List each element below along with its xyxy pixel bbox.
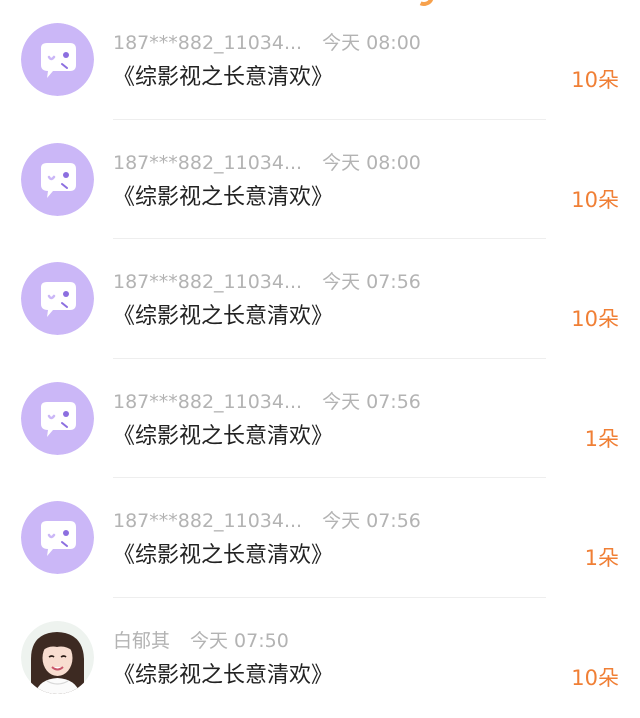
book-title[interactable]: 《综影视之长意清欢》 (113, 661, 333, 691)
timestamp: 今天 07:50 (190, 629, 289, 652)
book-title[interactable]: 《综影视之长意清欢》 (113, 422, 333, 452)
username[interactable]: 187***882_11034... (113, 510, 302, 532)
purple-chat-avatar-icon[interactable] (21, 23, 94, 96)
list-item[interactable]: 187***882_11034... 今天 08:00 《综影视之长意清欢》 10… (0, 120, 640, 239)
flower-count: 1朵 (584, 426, 619, 451)
user-photo-avatar[interactable] (21, 620, 94, 694)
username[interactable]: 187***882_11034... (113, 32, 302, 54)
list-item[interactable]: 187***882_11034... 今天 07:56 《综影视之长意清欢》 10… (0, 239, 640, 359)
meta-line: 187***882_11034... 今天 07:56 (113, 389, 421, 415)
purple-chat-avatar-icon[interactable] (21, 142, 94, 216)
book-title[interactable]: 《综影视之长意清欢》 (113, 302, 333, 332)
flower-count: 10朵 (571, 187, 619, 212)
list-item[interactable]: 187***882_11034... 今天 07:56 《综影视之长意清欢》 1朵 (0, 478, 640, 598)
book-title[interactable]: 《综影视之长意清欢》 (113, 183, 333, 213)
purple-chat-avatar-icon[interactable] (21, 501, 94, 574)
timestamp: 今天 07:56 (322, 510, 421, 532)
timestamp: 今天 07:56 (322, 271, 421, 293)
timestamp: 今天 08:00 (322, 32, 421, 54)
purple-chat-avatar-icon[interactable] (21, 381, 94, 455)
meta-line: 白郁其 今天 07:50 (113, 628, 289, 654)
username[interactable]: 187***882_11034... (113, 152, 302, 174)
meta-line: 187***882_11034... 今天 08:00 (113, 150, 421, 176)
list-item[interactable]: 187***882_11034... 今天 08:00 《综影视之长意清欢》 10… (0, 0, 640, 120)
book-title[interactable]: 《综影视之长意清欢》 (113, 63, 333, 93)
list-item[interactable]: 白郁其 今天 07:50 《综影视之长意清欢》 10朵 (0, 598, 640, 718)
book-title[interactable]: 《综影视之长意清欢》 (113, 541, 333, 571)
username[interactable]: 白郁其 (113, 630, 170, 652)
username[interactable]: 187***882_11034... (113, 271, 302, 293)
flower-count: 10朵 (571, 307, 619, 331)
gift-record-list: 187***882_11034... 今天 08:00 《综影视之长意清欢》 10… (0, 0, 640, 717)
username[interactable]: 187***882_11034... (113, 391, 302, 413)
flower-count: 1朵 (584, 546, 619, 570)
meta-line: 187***882_11034... 今天 08:00 (113, 30, 421, 56)
meta-line: 187***882_11034... 今天 07:56 (113, 269, 421, 295)
timestamp: 今天 07:56 (322, 390, 421, 413)
flower-count: 10朵 (571, 68, 619, 92)
flower-count: 10朵 (571, 665, 619, 690)
list-item[interactable]: 187***882_11034... 今天 07:56 《综影视之长意清欢》 1朵 (0, 359, 640, 478)
timestamp: 今天 08:00 (322, 151, 421, 174)
meta-line: 187***882_11034... 今天 07:56 (113, 508, 421, 534)
purple-chat-avatar-icon[interactable] (21, 262, 94, 335)
